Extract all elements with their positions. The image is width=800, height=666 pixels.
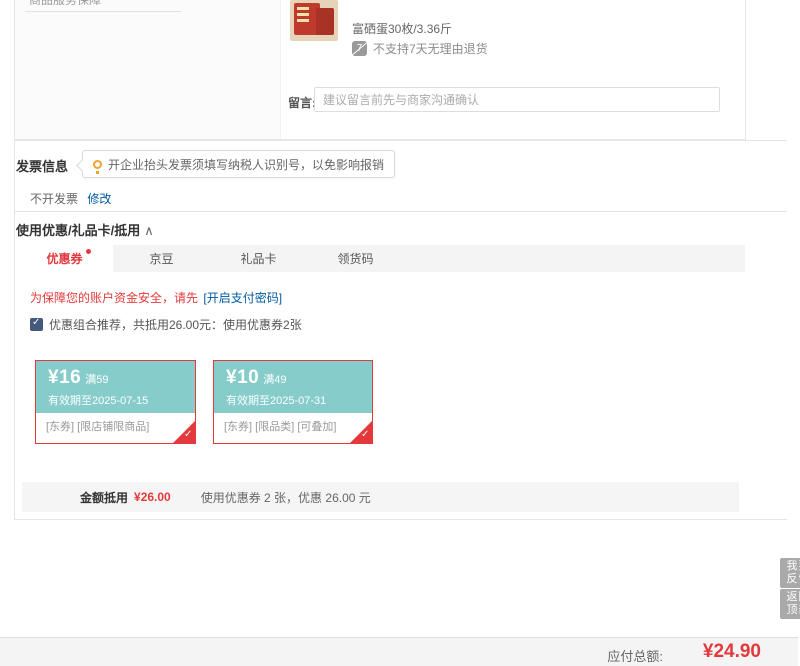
invoice-current-value: 不开发票: [30, 192, 79, 206]
coupon-tags: [东券] [限品类] [可叠加]: [224, 421, 337, 433]
tab-jingdou[interactable]: 京豆: [113, 245, 210, 272]
coupon-card[interactable]: ¥16 满59 有效期至2025-07-15 [东券] [限店铺限商品]: [35, 360, 196, 444]
clipped-store-text: 商品服务保障: [29, 0, 101, 5]
total-value: ¥24.90: [702, 641, 761, 662]
tab-giftcard[interactable]: 礼品卡: [210, 245, 307, 272]
section-divider: [14, 211, 787, 212]
left-panel-divider: [25, 11, 181, 12]
gift-box-graphic: [316, 8, 334, 35]
invoice-modify-link[interactable]: 修改: [87, 192, 111, 206]
coupon-validity: 有效期至2025-07-15: [48, 395, 149, 407]
coupon-card[interactable]: ¥10 满49 有效期至2025-07-31 [东券] [限品类] [可叠加]: [213, 360, 373, 444]
order-left-panel: 商品服务保障: [15, 0, 281, 139]
section-divider: [14, 519, 787, 520]
coupon-section-title[interactable]: 使用优惠/礼品卡/抵用 ∧: [16, 220, 154, 239]
message-label: 留言:: [288, 96, 316, 110]
new-badge-dot: [86, 249, 91, 254]
invoice-tip-text: 开企业抬头发票须填写纳税人识别号，以免影响报销: [108, 157, 385, 172]
coupon-tags: [东券] [限店铺限商品]: [46, 421, 150, 433]
collapse-caret-icon[interactable]: ∧: [144, 223, 154, 238]
deduction-label: 金额抵用: [80, 490, 129, 505]
coupon-amount: ¥10: [226, 367, 260, 388]
deduction-detail: 使用优惠券 2 张，优惠 26.00 元: [200, 490, 371, 505]
checkout-page: 商品服务保障 富硒蛋30枚/3.36斤 7 不支持7天无理由退货 留言: 发票信…: [0, 0, 800, 666]
coupon-threshold: 满49: [263, 374, 287, 386]
tab-coupon[interactable]: 优惠券: [16, 245, 113, 272]
combo-recommend-row: 优惠组合推荐，共抵用26.00元：使用优惠券2张: [30, 316, 302, 333]
coupon-tabbar: 优惠券 京豆 礼品卡 领货码: [16, 245, 745, 272]
coupon-amount: ¥16: [48, 367, 82, 388]
combo-label: 优惠组合推荐，共抵用26.00元：使用优惠券2张: [49, 318, 302, 332]
returns-note: 不支持7天无理由退货: [373, 42, 488, 56]
invoice-current-row: 不开发票 修改: [30, 190, 111, 207]
feedback-side-tab[interactable]: 我要反馈: [780, 558, 800, 588]
deduction-summary-band: 金额抵用 ¥26.00 使用优惠券 2 张，优惠 26.00 元: [22, 482, 739, 512]
combo-checkbox-checked-icon[interactable]: [30, 317, 43, 331]
section-divider: [14, 140, 787, 141]
tab-pickup-code[interactable]: 领货码: [307, 245, 404, 272]
security-warning: 为保障您的账户资金安全，请先 [开启支付密码]: [30, 291, 283, 305]
invoice-section-title: 发票信息: [16, 159, 69, 174]
message-input[interactable]: [314, 87, 720, 112]
product-thumbnail[interactable]: [290, 0, 338, 41]
coupon-selected-check-icon: [350, 421, 372, 443]
bulb-icon: [93, 159, 102, 174]
invoice-tooltip: 开企业抬头发票须填写纳税人识别号，以免影响报销: [82, 150, 396, 178]
back-to-top-side-tab[interactable]: 返回顶部: [780, 589, 800, 619]
returns-policy-row: 7 不支持7天无理由退货: [352, 40, 488, 57]
product-name[interactable]: 富硒蛋30枚/3.36斤: [352, 20, 452, 37]
deduction-amount: ¥26.00: [134, 490, 171, 504]
total-bar: 应付总额: ¥24.90: [0, 637, 798, 666]
coupon-validity: 有效期至2025-07-31: [226, 395, 327, 407]
enable-pay-password-link[interactable]: [开启支付密码]: [203, 291, 282, 305]
coupon-selected-check-icon: [173, 421, 195, 443]
coupon-threshold: 满59: [85, 374, 109, 386]
no-7day-return-icon: 7: [352, 41, 367, 56]
